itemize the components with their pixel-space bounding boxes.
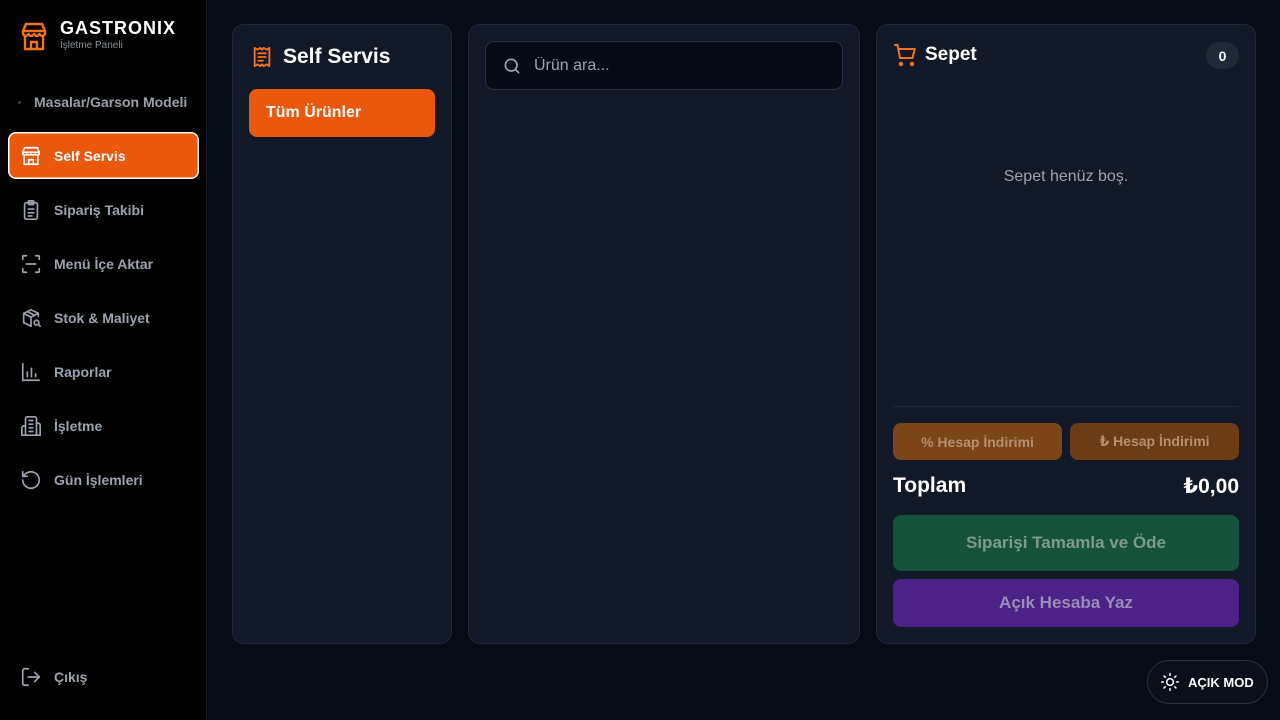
shopping-cart-icon (894, 44, 916, 67)
sidebar-item-label: İşletme (54, 417, 103, 434)
complete-and-pay-button[interactable]: Siparişi Tamamla ve Öde (893, 515, 1239, 571)
brand-title: GASTRONIX (60, 18, 177, 38)
product-panel (468, 24, 860, 644)
cart-empty-message: Sepet henüz boş. (1003, 168, 1129, 185)
sidebar-item-self-service[interactable]: Self Servis (8, 132, 199, 179)
sidebar-item-stock-cost[interactable]: Stok & Maliyet (8, 294, 199, 341)
search-box (485, 41, 843, 90)
divider (893, 406, 1239, 407)
total-label: Toplam (893, 474, 967, 497)
sidebar-item-label: Sipariş Takibi (54, 201, 144, 218)
package-search-icon (22, 308, 41, 327)
scan-icon (21, 254, 41, 273)
bullet-icon (18, 100, 21, 104)
amount-discount-button[interactable]: ₺ Hesap İndirimi (1070, 423, 1239, 460)
sidebar-item-label: Masalar/Garson Modeli (34, 94, 188, 110)
category-panel: Self Servis Tüm Ürünler (232, 24, 452, 644)
receipt-icon (253, 46, 271, 68)
sidebar-item-reports[interactable]: Raporlar (8, 348, 199, 395)
store-logo-icon (21, 22, 47, 51)
light-mode-label: AÇIK MOD (1188, 674, 1254, 690)
brand: GASTRONIX İşletme Paneli (20, 18, 176, 54)
sidebar-item-business[interactable]: İşletme (8, 402, 199, 449)
total-value: ₺0,00 (1183, 475, 1239, 498)
cart-panel: Sepet 0 Sepet henüz boş. % Hesap İndirim… (876, 24, 1256, 644)
light-mode-toggle[interactable]: AÇIK MOD (1147, 660, 1268, 704)
category-header: Self Servis (251, 45, 390, 69)
category-all-products[interactable]: Tüm Ürünler (249, 89, 435, 137)
search-input[interactable] (534, 56, 834, 75)
sidebar-item-label: Menü İçe Aktar (54, 255, 154, 272)
sidebar-item-label: Self Servis (54, 147, 126, 164)
sidebar-item-order-tracking[interactable]: Sipariş Takibi (8, 186, 199, 233)
sidebar-item-tables[interactable]: Masalar/Garson Modeli (18, 91, 198, 113)
sidebar-item-day-operations[interactable]: Gün İşlemleri (8, 456, 199, 503)
sidebar: GASTRONIX İşletme Paneli Masalar/Garson … (0, 0, 207, 720)
sidebar-item-label: Gün İşlemleri (54, 471, 143, 488)
building-icon (21, 415, 41, 436)
cart-header: Sepet (893, 43, 977, 67)
sun-icon (1160, 672, 1180, 692)
log-out-icon (21, 667, 41, 686)
percent-discount-button[interactable]: % Hesap İndirimi (893, 423, 1062, 460)
cart-count-badge: 0 (1206, 42, 1239, 69)
logout-label: Çıkış (54, 668, 88, 685)
sidebar-item-label: Stok & Maliyet (54, 309, 150, 326)
logout-button[interactable]: Çıkış (8, 653, 199, 700)
brand-subtitle: İşletme Paneli (60, 40, 123, 51)
clipboard-icon (23, 199, 39, 220)
store-icon (21, 146, 41, 165)
bar-chart-icon (21, 362, 41, 381)
sidebar-item-label: Raporlar (54, 363, 112, 380)
rotate-ccw-icon (21, 470, 41, 489)
open-account-button[interactable]: Açık Hesaba Yaz (893, 579, 1239, 627)
cart-title: Sepet (925, 44, 977, 65)
sidebar-item-menu-import[interactable]: Menü İçe Aktar (8, 240, 199, 287)
search-icon (504, 58, 520, 73)
page-title: Self Servis (283, 45, 391, 68)
